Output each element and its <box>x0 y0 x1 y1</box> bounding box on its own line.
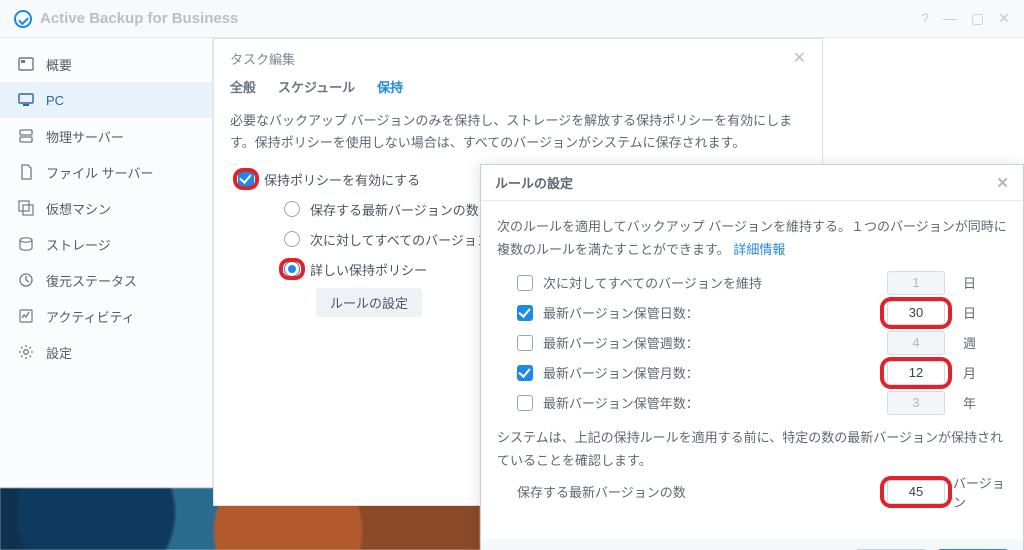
rule-row-all-before[interactable]: 次に対してすべてのバージョンを維持 1 日 <box>497 268 1007 298</box>
app-logo-icon <box>14 10 32 28</box>
sidebar-item-label: 仮想マシン <box>46 199 111 218</box>
sidebar-item-label: 復元ステータス <box>46 271 137 290</box>
activity-icon <box>18 308 34 324</box>
system-note: システムは、上記の保持ルールを適用する前に、特定の数の最新バージョンが保持されて… <box>497 426 1007 473</box>
radio-label: 詳しい保持ポリシー <box>310 260 427 279</box>
rule-label: 最新バージョン保管年数： <box>543 393 877 412</box>
tab-general[interactable]: 全般 <box>230 77 256 100</box>
rule-unit: 月 <box>955 363 1007 382</box>
sidebar-item-physical-server[interactable]: 物理サーバー <box>0 118 212 154</box>
radio-detailed[interactable] <box>284 261 300 277</box>
enable-retention-label: 保持ポリシーを有効にする <box>264 170 420 189</box>
rule-label: 最新バージョン保管日数： <box>543 303 877 322</box>
rule-unit: 日 <box>955 273 1007 292</box>
sidebar-item-label: PC <box>46 93 64 108</box>
maximize-icon[interactable]: ▢ <box>971 10 984 27</box>
radio-label: 保存する最新バージョンの数 <box>310 200 479 219</box>
rule-row-days[interactable]: 最新バージョン保管日数： 30 日 <box>497 298 1007 328</box>
sidebar-item-virtual-machine[interactable]: 仮想マシン <box>0 190 212 226</box>
keep-latest-label: 保存する最新バージョンの数 <box>517 482 887 501</box>
rule-label: 最新バージョン保管月数： <box>543 363 877 382</box>
rule-value-input[interactable]: 1 <box>887 271 945 295</box>
rule-value-input[interactable]: 3 <box>887 391 945 415</box>
retention-description: 必要なバックアップ バージョンのみを保持し、ストレージを解放する保持ポリシーを有… <box>214 110 822 164</box>
sidebar-item-settings[interactable]: 設定 <box>0 334 212 370</box>
rule-intro: 次のルールを適用してバックアップ バージョンを維持する。１つのバージョンが同時に… <box>497 215 1007 262</box>
app-title: Active Backup for Business <box>40 10 238 27</box>
sidebar-item-label: 設定 <box>46 343 72 362</box>
minimize-icon[interactable]: — <box>943 10 957 27</box>
rule-settings-modal: ルールの設定 ✕ 次のルールを適用してバックアップ バージョンを維持する。１つの… <box>480 164 1024 550</box>
gear-icon <box>18 344 34 360</box>
help-icon[interactable]: ? <box>921 10 929 27</box>
keep-latest-unit: バージョン <box>945 473 1007 511</box>
server-icon <box>18 128 34 144</box>
rule-checkbox[interactable] <box>517 395 533 411</box>
sidebar-item-overview[interactable]: 概要 <box>0 46 212 82</box>
rule-row-weeks[interactable]: 最新バージョン保管週数： 4 週 <box>497 328 1007 358</box>
sidebar-item-file-server[interactable]: ファイル サーバー <box>0 154 212 190</box>
rule-unit: 週 <box>955 333 1007 352</box>
rule-value-input[interactable]: 30 <box>887 301 945 325</box>
sidebar-item-label: ストレージ <box>46 235 111 254</box>
sidebar-item-pc[interactable]: PC <box>0 82 212 118</box>
sidebar: 概要 PC 物理サーバー ファイル サーバー 仮想マシン ストレージ <box>0 38 213 550</box>
rule-row-months[interactable]: 最新バージョン保管月数： 12 月 <box>497 358 1007 388</box>
storage-icon <box>18 236 34 252</box>
rule-unit: 年 <box>955 393 1007 412</box>
radio-keep-all-before[interactable] <box>284 231 300 247</box>
rule-rows: 次に対してすべてのバージョンを維持 1 日 最新バージョン保管日数： 30 日 … <box>497 268 1007 418</box>
desktop-icon <box>18 92 34 108</box>
rule-checkbox[interactable] <box>517 365 533 381</box>
rule-label: 最新バージョン保管週数： <box>543 333 877 352</box>
tab-schedule[interactable]: スケジュール <box>278 77 355 100</box>
keep-latest-input[interactable]: 45 <box>887 480 945 504</box>
rule-modal-title: ルールの設定 <box>495 173 573 192</box>
restore-icon <box>18 272 34 288</box>
rule-checkbox[interactable] <box>517 305 533 321</box>
rule-value-input[interactable]: 12 <box>887 361 945 385</box>
details-link[interactable]: 詳細情報 <box>733 242 785 257</box>
close-icon[interactable]: ✕ <box>998 10 1010 27</box>
enable-retention-checkbox[interactable] <box>238 171 254 187</box>
close-icon[interactable]: ✕ <box>996 174 1009 192</box>
radio-keep-count[interactable] <box>284 201 300 217</box>
rule-label: 次に対してすべてのバージョンを維持 <box>543 273 877 292</box>
dashboard-icon <box>18 56 34 72</box>
titlebar: Active Backup for Business ? — ▢ ✕ <box>0 0 1024 38</box>
sidebar-item-storage[interactable]: ストレージ <box>0 226 212 262</box>
tab-retention[interactable]: 保持 <box>377 77 403 100</box>
keep-latest-row: 保存する最新バージョンの数 45 バージョン <box>497 477 1007 507</box>
rule-checkbox[interactable] <box>517 335 533 351</box>
rule-checkbox[interactable] <box>517 275 533 291</box>
modal-title: タスク編集 <box>230 49 295 68</box>
sidebar-item-label: 概要 <box>46 55 72 74</box>
close-icon[interactable]: ✕ <box>793 48 806 68</box>
sidebar-item-label: 物理サーバー <box>46 127 124 146</box>
sidebar-item-label: アクティビティ <box>46 307 135 326</box>
vm-icon <box>18 200 34 216</box>
rule-row-years[interactable]: 最新バージョン保管年数： 3 年 <box>497 388 1007 418</box>
sidebar-item-activity[interactable]: アクティビティ <box>0 298 212 334</box>
rule-settings-button[interactable]: ルールの設定 <box>316 288 422 317</box>
file-icon <box>18 164 34 180</box>
sidebar-item-label: ファイル サーバー <box>46 163 153 182</box>
rule-unit: 日 <box>955 303 1007 322</box>
rule-value-input[interactable]: 4 <box>887 331 945 355</box>
task-tabs: 全般 スケジュール 保持 <box>214 77 822 110</box>
sidebar-item-restore-status[interactable]: 復元ステータス <box>0 262 212 298</box>
